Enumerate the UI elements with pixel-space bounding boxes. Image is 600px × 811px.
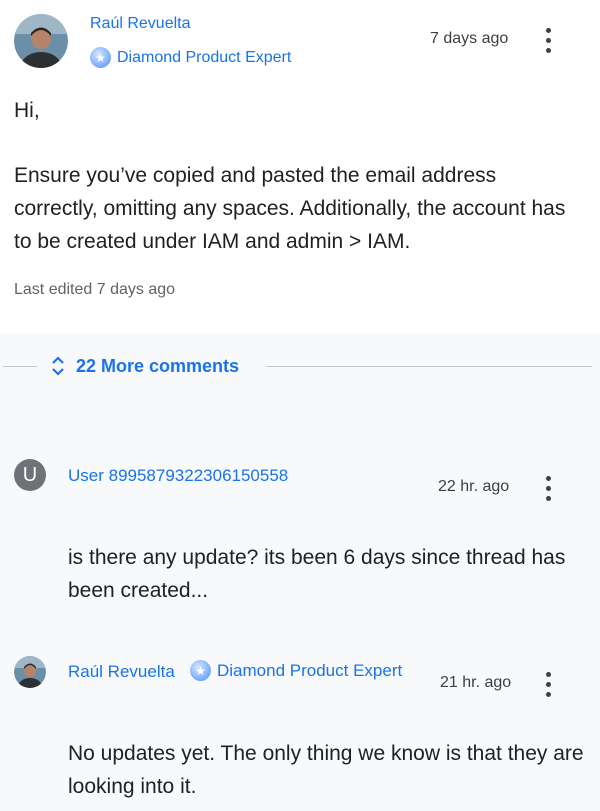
edited-note: Last edited 7 days ago [14, 281, 176, 298]
diamond-expert-icon: ★ [190, 660, 211, 681]
original-reply: Raúl Revuelta ★ Diamond Product Expert 7… [0, 0, 600, 333]
more-options-icon[interactable] [545, 672, 551, 697]
unfold-more-icon [52, 356, 64, 376]
comment-text: is there any update? its been 6 days sin… [68, 546, 566, 602]
comment-author[interactable]: User 8995879322306150558 [68, 466, 288, 486]
author-avatar[interactable] [14, 14, 68, 68]
post-body: Ensure you’ve copied and pasted the emai… [14, 164, 566, 253]
badge-label[interactable]: Diamond Product Expert [117, 49, 291, 67]
comment-text: No updates yet. The only thing we know i… [68, 742, 584, 798]
more-options-icon[interactable] [545, 476, 551, 501]
divider-right [266, 366, 592, 367]
diamond-expert-icon: ★ [90, 47, 111, 68]
comment-timestamp: 22 hr. ago [438, 478, 510, 495]
user-avatar[interactable]: U [14, 459, 46, 491]
expert-badge: ★ Diamond Product Expert [190, 660, 402, 681]
badge-label[interactable]: Diamond Product Expert [217, 661, 402, 681]
author-name[interactable]: Raúl Revuelta [90, 15, 191, 33]
more-options-icon[interactable] [545, 28, 551, 53]
comment-timestamp: 21 hr. ago [440, 674, 512, 691]
post-timestamp: 7 days ago [430, 30, 509, 47]
author-avatar[interactable] [14, 656, 46, 688]
more-comments-button[interactable]: 22 More comments [50, 354, 239, 378]
comment: U User 8995879322306150558 22 hr. ago is… [0, 440, 600, 610]
comment: Raúl Revuelta ★ Diamond Product Expert 2… [0, 640, 600, 811]
post-greeting: Hi, [14, 99, 40, 122]
more-comments-label: 22 More comments [76, 355, 240, 376]
expert-badge: ★ Diamond Product Expert [90, 47, 291, 68]
divider-left [3, 366, 37, 367]
comment-author[interactable]: Raúl Revuelta [68, 662, 175, 682]
